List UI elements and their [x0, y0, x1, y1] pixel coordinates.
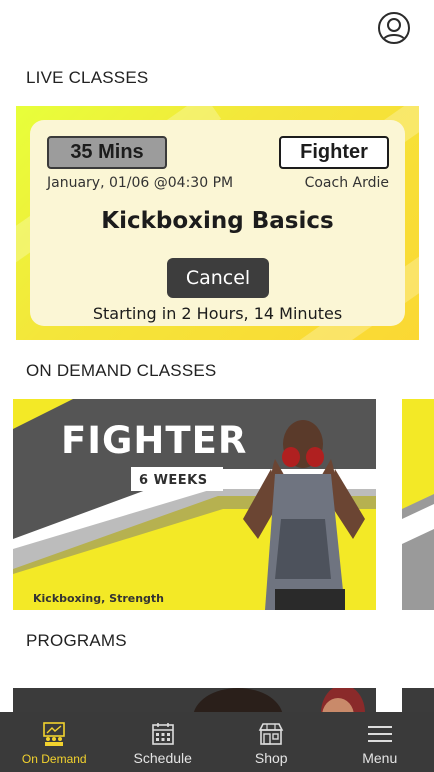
program-title: FIGHTER [61, 419, 248, 462]
duration-badge: 35 Mins [47, 136, 167, 169]
class-date: January, 01/06 @04:30 PM [47, 175, 234, 191]
bottom-navigation: On Demand Schedule Shop Menu [0, 712, 434, 772]
program-tags: Kickboxing, Strength [33, 592, 165, 605]
class-type-badge: Fighter [279, 136, 389, 169]
class-title: Kickboxing Basics [101, 208, 334, 234]
nav-menu[interactable]: Menu [326, 712, 434, 772]
nav-label: On Demand [21, 752, 87, 766]
class-countdown: Starting in 2 Hours, 14 Minutes [92, 304, 343, 323]
nav-label: Schedule [133, 750, 192, 766]
live-class-card[interactable]: 35 Mins Fighter January, 01/06 @04:30 PM… [16, 106, 419, 340]
user-icon [382, 18, 406, 42]
store-icon [258, 723, 284, 745]
nav-label: Shop [254, 750, 288, 766]
classroom-icon [43, 722, 66, 746]
next-card-artwork [402, 399, 434, 610]
next-on-demand-card[interactable] [402, 399, 434, 610]
on-demand-heading: ON DEMAND CLASSES [26, 361, 217, 380]
nav-on-demand[interactable]: On Demand [0, 712, 109, 772]
nav-schedule[interactable]: Schedule [109, 712, 218, 772]
hamburger-menu-icon [367, 726, 392, 742]
nav-label: Menu [362, 750, 398, 766]
program-duration: 6 WEEKS [139, 473, 208, 488]
calendar-icon [151, 723, 174, 745]
profile-avatar[interactable] [378, 12, 410, 44]
live-classes-heading: LIVE CLASSES [26, 68, 149, 87]
programs-heading: PROGRAMS [26, 631, 127, 650]
coach-name: Coach Ardie [304, 175, 389, 191]
on-demand-class-card[interactable]: FIGHTER 6 WEEKS Kickboxing, Strength [13, 399, 376, 610]
cancel-button[interactable]: Cancel [167, 258, 269, 298]
live-class-panel: 35 Mins Fighter January, 01/06 @04:30 PM… [30, 120, 405, 326]
nav-shop[interactable]: Shop [217, 712, 326, 772]
